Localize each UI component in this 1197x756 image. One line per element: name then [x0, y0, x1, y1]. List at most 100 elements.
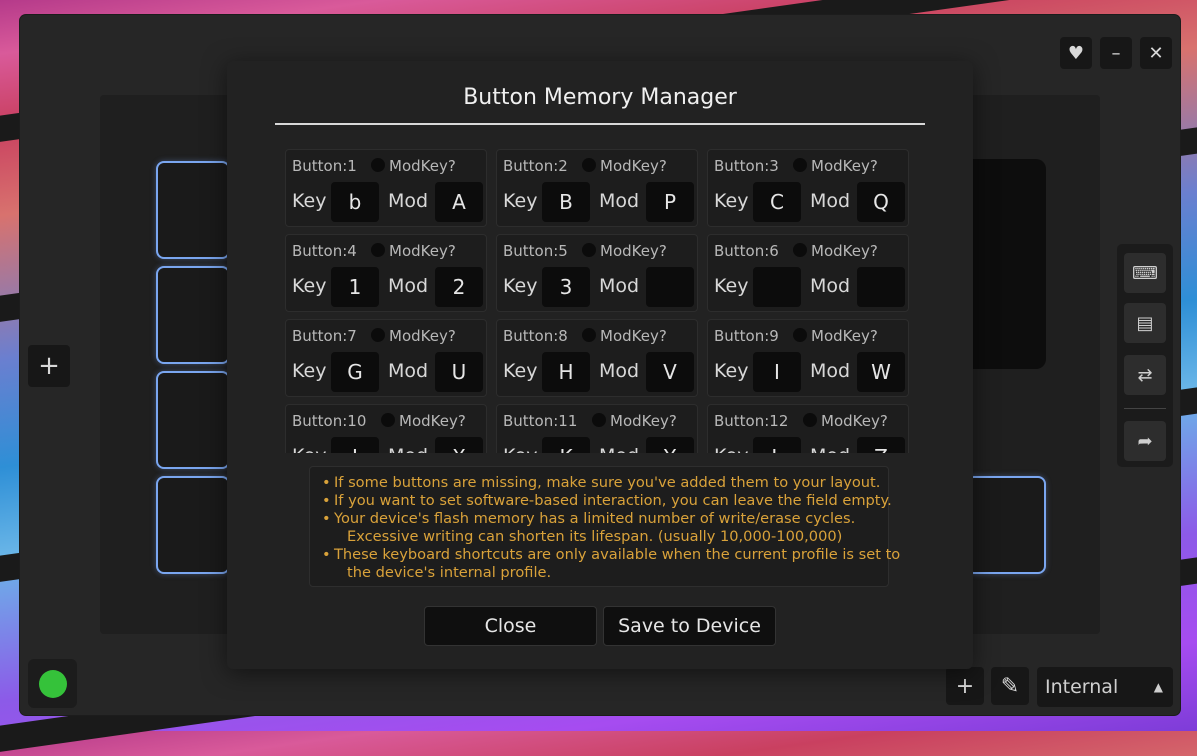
key-label: Key — [714, 275, 749, 297]
key-label: Key — [714, 190, 749, 212]
button-memory-card: Button:5 ModKey? Key 3 Mod — [496, 234, 698, 312]
modkey-radio[interactable] — [582, 328, 596, 342]
modkey-radio[interactable] — [793, 243, 807, 257]
button-title: Button:2 — [503, 157, 568, 175]
keyboard-icon: ⌨ — [1132, 262, 1158, 284]
modkey-radio[interactable] — [381, 413, 395, 427]
mod-input[interactable]: A — [435, 182, 483, 222]
layout-button-slot[interactable] — [156, 161, 230, 259]
button-title: Button:6 — [714, 242, 779, 260]
modkey-label: ModKey? — [821, 412, 888, 430]
mod-label: Mod — [810, 190, 851, 212]
swap-tool-button[interactable]: ⇄ — [1124, 355, 1166, 395]
modkey-label: ModKey? — [600, 327, 667, 345]
mod-input[interactable]: P — [646, 182, 694, 222]
favorite-button[interactable]: ♥ — [1060, 37, 1092, 69]
mod-input[interactable]: X — [435, 437, 483, 453]
add-button[interactable]: + — [946, 667, 984, 705]
button-title: Button:11 — [503, 412, 578, 430]
info-notice: • If some buttons are missing, make sure … — [309, 466, 901, 587]
button-memory-card: Button:9 ModKey? Key I Mod W — [707, 319, 909, 397]
dialog-title: Button Memory Manager — [463, 85, 737, 110]
modkey-label: ModKey? — [389, 327, 456, 345]
layout-button-slot[interactable] — [966, 476, 1046, 574]
key-label: Key — [292, 445, 326, 453]
info-line: the device's internal profile. — [347, 564, 552, 581]
key-label: Key — [503, 360, 538, 382]
key-input[interactable]: L — [753, 437, 801, 453]
minimize-button[interactable]: – — [1100, 37, 1132, 69]
key-input[interactable]: 1 — [331, 267, 379, 307]
forward-tool-button[interactable]: ➦ — [1124, 421, 1166, 461]
mod-input[interactable] — [646, 267, 694, 307]
key-label: Key — [714, 360, 749, 382]
mod-label: Mod — [388, 190, 429, 212]
close-button[interactable]: Close — [424, 606, 597, 646]
key-label: Key — [714, 445, 748, 453]
connection-status — [28, 659, 77, 708]
modkey-label: ModKey? — [399, 412, 466, 430]
layout-button-slot[interactable] — [156, 371, 230, 469]
mod-label: Mod — [599, 445, 639, 453]
mod-label: Mod — [599, 360, 640, 382]
button-title: Button:9 — [714, 327, 779, 345]
key-input[interactable]: H — [542, 352, 590, 392]
modkey-label: ModKey? — [389, 157, 456, 175]
title-divider — [275, 123, 925, 125]
button-title: Button:7 — [292, 327, 357, 345]
key-label: Key — [292, 275, 327, 297]
button-memory-dialog: Button Memory Manager Button:1 ModKey? Key… — [227, 61, 973, 669]
save-to-device-button[interactable]: Save to Device — [603, 606, 776, 646]
add-layout-button[interactable]: + — [28, 345, 70, 387]
modkey-radio[interactable] — [371, 243, 385, 257]
button-memory-card: Button:12 ModKey? Key L Mod Z — [707, 404, 909, 453]
modkey-radio[interactable] — [793, 328, 807, 342]
key-input[interactable]: I — [753, 352, 801, 392]
modkey-radio[interactable] — [371, 328, 385, 342]
mod-input[interactable] — [857, 267, 905, 307]
modkey-label: ModKey? — [389, 242, 456, 260]
modkey-label: ModKey? — [610, 412, 677, 430]
memory-icon: ▤ — [1136, 312, 1154, 334]
modkey-label: ModKey? — [600, 242, 667, 260]
key-input[interactable]: K — [542, 437, 590, 453]
layout-button-slot[interactable] — [156, 476, 230, 574]
mod-input[interactable]: 2 — [435, 267, 483, 307]
modkey-radio[interactable] — [582, 243, 596, 257]
mod-input[interactable]: Q — [857, 182, 905, 222]
mod-label: Mod — [599, 190, 640, 212]
close-window-button[interactable]: ✕ — [1140, 37, 1172, 69]
memory-tool-button[interactable]: ▤ — [1124, 303, 1166, 343]
modkey-radio[interactable] — [582, 158, 596, 172]
button-grid[interactable]: Button:1 ModKey? Key b Mod A Button:2 ModKey? Ke… — [285, 149, 915, 453]
key-input[interactable]: b — [331, 182, 379, 222]
key-input[interactable]: G — [331, 352, 379, 392]
pencil-icon: ✎ — [1000, 673, 1020, 699]
key-input[interactable] — [753, 267, 801, 307]
modkey-radio[interactable] — [793, 158, 807, 172]
modkey-radio[interactable] — [803, 413, 817, 427]
key-label: Key — [503, 445, 537, 453]
mod-input[interactable]: Z — [857, 437, 905, 453]
modkey-radio[interactable] — [371, 158, 385, 172]
mod-input[interactable]: Y — [646, 437, 694, 453]
mod-input[interactable]: U — [435, 352, 483, 392]
button-memory-card: Button:8 ModKey? Key H Mod V — [496, 319, 698, 397]
keyboard-tool-button[interactable]: ⌨ — [1124, 253, 1166, 293]
mod-label: Mod — [388, 360, 429, 382]
mod-label: Mod — [388, 275, 429, 297]
modkey-radio[interactable] — [592, 413, 606, 427]
key-input[interactable]: 3 — [542, 267, 590, 307]
mod-input[interactable]: V — [646, 352, 694, 392]
info-line: • These keyboard shortcuts are only avail… — [322, 546, 901, 563]
edit-button[interactable]: ✎ — [991, 667, 1029, 705]
key-input[interactable]: C — [753, 182, 801, 222]
profile-select[interactable]: Internal ▲ — [1037, 667, 1173, 707]
plus-icon: + — [38, 351, 60, 381]
minimize-icon: – — [1111, 42, 1121, 64]
key-input[interactable]: B — [542, 182, 590, 222]
mod-input[interactable]: W — [857, 352, 905, 392]
toolbar-divider — [1124, 408, 1166, 409]
key-input[interactable]: J — [331, 437, 379, 453]
layout-button-slot[interactable] — [156, 266, 230, 364]
